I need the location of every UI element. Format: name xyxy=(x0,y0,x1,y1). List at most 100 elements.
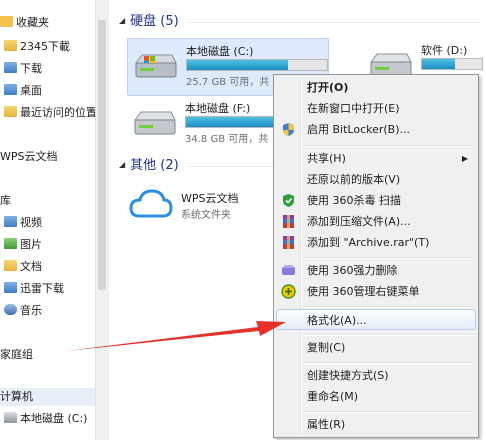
nav-item-label: 音乐 xyxy=(20,304,42,317)
nav-item-desktop[interactable]: 桌面 xyxy=(4,82,42,100)
nav-item-label: 2345下載 xyxy=(20,40,70,53)
drive-usage-fill xyxy=(422,59,455,69)
menu-rename[interactable]: 重命名(M) xyxy=(276,386,476,407)
nav-item-label: 迅雷下载 xyxy=(20,282,64,295)
drive-free-space: 25.7 GB 可用，共 xyxy=(186,77,270,88)
drive-icon xyxy=(4,412,17,423)
menu-enable-bitlocker[interactable]: 启用 BitLocker(B)... xyxy=(276,119,476,140)
nav-item-recent-places[interactable]: 最近访问的位置 xyxy=(4,104,95,122)
nav-item-label: 最近访问的位置 xyxy=(20,106,95,119)
drive-name: 本地磁盘 (C:) xyxy=(186,45,254,58)
menu-separator xyxy=(304,306,474,308)
menu-item-label: 属性(R) xyxy=(307,418,346,431)
nav-computer[interactable]: 计算机 xyxy=(0,388,95,406)
collapse-triangle-icon: ◢ xyxy=(119,160,126,169)
desktop-icon xyxy=(4,84,17,95)
wps-item-name: WPS云文档 xyxy=(181,192,239,205)
menu-item-label: 使用 360杀毒 扫描 xyxy=(307,194,401,207)
menu-item-label: 在新窗口中打开(E) xyxy=(307,102,400,115)
other-group-header[interactable]: ◢ 其他 (2) xyxy=(119,156,179,174)
nav-item-2345-download[interactable]: 2345下載 xyxy=(4,38,70,56)
nav-scrollbar[interactable] xyxy=(95,0,109,440)
menu-separator xyxy=(304,411,474,413)
folder-icon xyxy=(4,40,17,51)
menu-properties[interactable]: 属性(R) xyxy=(276,414,476,435)
nav-item-documents[interactable]: 文档 xyxy=(4,258,42,276)
nav-favorites-label: 收藏夹 xyxy=(16,16,49,29)
drive-usage-bar xyxy=(421,58,483,70)
nav-item-label: 图片 xyxy=(20,238,42,251)
nav-item-videos[interactable]: 视频 xyxy=(4,214,42,232)
menu-open[interactable]: 打开(O) xyxy=(276,77,476,98)
drive-name: 软件 (D:) xyxy=(421,44,468,57)
menu-copy[interactable]: 复制(C) xyxy=(276,337,476,358)
menu-add-to-archive[interactable]: 添加到压缩文件(A)... xyxy=(276,211,476,232)
menu-separator xyxy=(304,145,474,147)
nav-computer-label: 计算机 xyxy=(0,390,33,403)
windows-drive-icon xyxy=(135,54,177,78)
nav-scrollbar-thumb[interactable] xyxy=(98,20,106,290)
drive-free-space: 34.8 GB 可用，共 xyxy=(185,134,269,145)
other-header-label: 其他 (2) xyxy=(130,158,179,173)
menu-create-shortcut[interactable]: 创建快捷方式(S) xyxy=(276,365,476,386)
menu-item-label: 添加到压缩文件(A)... xyxy=(307,215,411,228)
nav-libraries-label: 库 xyxy=(0,194,11,207)
nav-favorites[interactable]: 收藏夹 xyxy=(0,14,49,32)
menu-360-context-manager[interactable]: 使用 360管理右键菜单 xyxy=(276,281,476,302)
menu-item-label: 启用 BitLocker(B)... xyxy=(307,123,411,136)
360-manager-icon xyxy=(281,284,296,299)
nav-wps-label: WPS云文档 xyxy=(0,150,58,163)
menu-item-label: 使用 360强力删除 xyxy=(307,264,398,277)
nav-homegroup-label: 家庭组 xyxy=(0,348,33,361)
nav-item-thunder-download[interactable]: 迅雷下载 xyxy=(4,280,64,298)
menu-share[interactable]: 共享(H) ▶ xyxy=(276,148,476,169)
nav-item-local-disk-c[interactable]: 本地磁盘 (C:) xyxy=(4,410,87,428)
hard-disks-header-label: 硬盘 (5) xyxy=(130,14,179,29)
thunder-download-icon xyxy=(4,282,17,293)
menu-item-label: 还原以前的版本(V) xyxy=(307,173,401,186)
nav-item-pictures[interactable]: 图片 xyxy=(4,236,42,254)
menu-item-label: 创建快捷方式(S) xyxy=(307,369,389,382)
menu-item-label: 共享(H) xyxy=(307,152,346,165)
nav-item-download[interactable]: 下载 xyxy=(4,60,42,78)
nav-item-label: 下载 xyxy=(20,62,42,75)
music-library-icon xyxy=(4,304,17,315)
nav-item-label: 文档 xyxy=(20,260,42,273)
submenu-arrow-icon: ▶ xyxy=(461,154,468,163)
hard-disks-group-header[interactable]: ◢ 硬盘 (5) xyxy=(119,12,179,30)
cloud-icon xyxy=(129,189,173,218)
wps-cloud-item[interactable]: WPS云文档 系统文件夹 xyxy=(129,188,279,228)
menu-format[interactable]: 格式化(A)... xyxy=(276,309,476,330)
nav-homegroup[interactable]: 家庭组 xyxy=(0,346,33,364)
drive-icon xyxy=(134,111,176,135)
menu-360-scan[interactable]: 使用 360杀毒 扫描 xyxy=(276,190,476,211)
nav-item-label: 本地磁盘 (C:) xyxy=(20,412,88,425)
menu-separator xyxy=(304,257,474,259)
menu-item-label: 格式化(A)... xyxy=(307,314,367,327)
document-library-icon xyxy=(4,260,17,271)
360-antivirus-icon xyxy=(283,194,294,207)
winrar-icon xyxy=(283,215,294,228)
winrar-icon xyxy=(283,236,294,249)
menu-separator xyxy=(304,334,474,336)
star-icon xyxy=(0,16,13,27)
menu-open-new-window[interactable]: 在新窗口中打开(E) xyxy=(276,98,476,119)
menu-item-label: 打开(O) xyxy=(307,81,349,94)
group-divider xyxy=(189,22,479,23)
drive-usage-bar xyxy=(186,59,328,71)
menu-360-force-delete[interactable]: 使用 360强力删除 xyxy=(276,260,476,281)
menu-item-label: 复制(C) xyxy=(307,341,346,354)
wps-item-type: 系统文件夹 xyxy=(181,210,231,221)
nav-item-music[interactable]: 音乐 xyxy=(4,302,42,320)
drive-name: 本地磁盘 (F:) xyxy=(185,102,251,115)
group-divider xyxy=(189,166,274,167)
360-delete-icon xyxy=(282,265,295,275)
menu-separator xyxy=(304,362,474,364)
menu-add-to-archive-rar[interactable]: 添加到 "Archive.rar"(T) xyxy=(276,232,476,253)
nav-wps-cloud[interactable]: WPS云文档 xyxy=(0,148,58,166)
context-menu: 打开(O) 在新窗口中打开(E) 启用 BitLocker(B)... 共享(H… xyxy=(273,74,479,438)
nav-item-label: 视频 xyxy=(20,216,42,229)
menu-restore-previous[interactable]: 还原以前的版本(V) xyxy=(276,169,476,190)
nav-libraries[interactable]: 库 xyxy=(0,192,11,210)
video-library-icon xyxy=(4,216,17,227)
